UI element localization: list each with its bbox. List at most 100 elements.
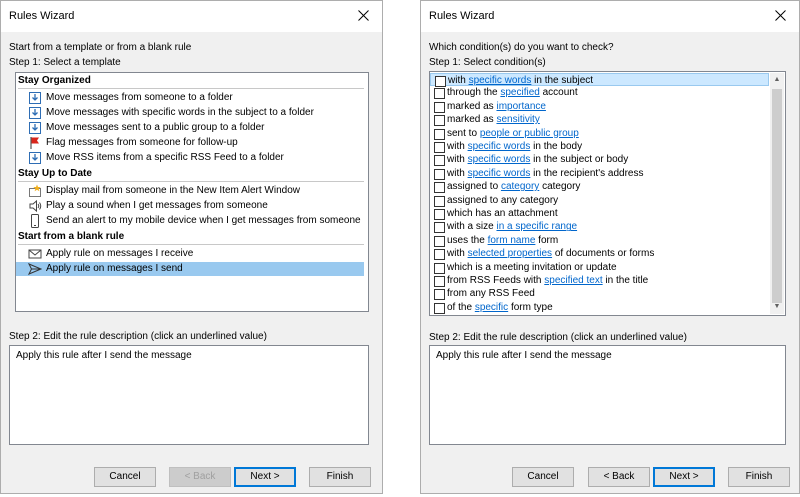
rule-description-box[interactable]: Apply this rule after I send the message	[9, 345, 369, 445]
condition-text: from RSS Feeds with	[447, 275, 545, 286]
next-button[interactable]: Next >	[653, 467, 715, 487]
condition-item[interactable]: which is a meeting invitation or update	[430, 261, 769, 274]
condition-item[interactable]: from RSS Feeds with specified text in th…	[430, 274, 769, 287]
condition-item[interactable]: through the specified account	[430, 86, 769, 100]
condition-text: with	[447, 154, 468, 166]
condition-item[interactable]: with specific words in the subject or bo…	[430, 153, 769, 167]
condition-label: assigned to any category	[447, 194, 558, 207]
condition-checkbox[interactable]	[434, 302, 445, 314]
template-item-label: Move messages from someone to a folder	[46, 92, 233, 103]
condition-text: form	[535, 234, 559, 246]
condition-item[interactable]: assigned to any category	[430, 194, 769, 207]
condition-link[interactable]: people or public group	[480, 128, 579, 139]
condition-link[interactable]: specific words	[468, 154, 531, 165]
condition-link[interactable]: selected properties	[468, 248, 553, 259]
divider	[18, 244, 364, 245]
condition-link[interactable]: specific words	[468, 168, 531, 179]
back-button[interactable]: < Back	[588, 467, 650, 487]
condition-checkbox[interactable]	[434, 276, 445, 287]
scroll-thumb[interactable]	[772, 89, 782, 303]
template-item[interactable]: Move messages with specific words in the…	[16, 106, 364, 120]
condition-item[interactable]: marked as sensitivity	[430, 113, 769, 127]
condition-text: in the subject or body	[530, 154, 629, 166]
condition-label: with selected properties of documents or…	[447, 247, 654, 260]
condition-link[interactable]: specified text	[544, 275, 602, 286]
condition-checkbox[interactable]	[434, 222, 445, 234]
condition-link[interactable]: specific words	[469, 75, 532, 86]
condition-item[interactable]: with a size in a specific range	[430, 220, 769, 234]
red-flag-icon	[30, 137, 39, 149]
scroll-up-icon[interactable]: ▲	[770, 73, 784, 87]
condition-text: marked as	[447, 100, 497, 112]
finish-button[interactable]: Finish	[728, 467, 790, 487]
close-button[interactable]	[352, 5, 376, 27]
condition-label: of the specific form type	[447, 301, 553, 314]
condition-item[interactable]: with specific words in the subject	[430, 73, 769, 87]
condition-text: with	[447, 248, 468, 260]
condition-checkbox[interactable]	[434, 209, 445, 220]
intro-label: Start from a template or from a blank ru…	[9, 42, 192, 53]
template-item-label: Apply rule on messages I send	[46, 263, 183, 274]
condition-link[interactable]: sensitivity	[496, 114, 539, 125]
condition-link[interactable]: in a specific range	[496, 221, 577, 232]
back-button[interactable]: < Back	[169, 467, 231, 487]
condition-label: uses the form name form	[447, 234, 558, 247]
step2-label: Step 2: Edit the rule description (click…	[429, 332, 687, 343]
condition-text: which is a meeting invitation or update	[447, 261, 617, 273]
condition-text: in the subject	[531, 75, 594, 86]
condition-item[interactable]: with specific words in the body	[430, 140, 769, 153]
template-item[interactable]: Move messages sent to a public group to …	[16, 121, 364, 135]
condition-link[interactable]: specified	[500, 87, 539, 98]
template-item[interactable]: Move RSS items from a specific RSS Feed …	[16, 151, 364, 165]
condition-label: through the specified account	[447, 86, 578, 99]
cancel-button[interactable]: Cancel	[512, 467, 574, 487]
scroll-down-icon[interactable]: ▼	[770, 300, 784, 314]
conditions-scrollbar[interactable]: ▲ ▼	[770, 73, 784, 314]
condition-checkbox[interactable]	[434, 115, 445, 127]
condition-checkbox[interactable]	[435, 76, 446, 87]
condition-item[interactable]: from any RSS Feed	[430, 287, 769, 301]
condition-checkbox[interactable]	[434, 101, 445, 113]
condition-link[interactable]: category	[501, 181, 539, 192]
condition-link[interactable]: importance	[496, 101, 545, 112]
template-item[interactable]: Flag messages from someone for follow-up	[16, 136, 364, 150]
template-item[interactable]: Send an alert to my mobile device when I…	[16, 214, 364, 228]
condition-item[interactable]: with specific words in the recipient's a…	[430, 167, 769, 180]
condition-item[interactable]: uses the form name form	[430, 234, 769, 247]
condition-item[interactable]: with selected properties of documents or…	[430, 247, 769, 261]
finish-button[interactable]: Finish	[309, 467, 371, 487]
template-item[interactable]: Apply rule on messages I receive	[16, 247, 364, 261]
condition-item[interactable]: assigned to category category	[430, 180, 769, 194]
condition-checkbox[interactable]	[434, 249, 445, 261]
condition-link[interactable]: specific	[475, 302, 508, 313]
condition-text: assigned to any category	[447, 194, 559, 206]
condition-checkbox[interactable]	[434, 88, 445, 100]
condition-checkbox[interactable]	[434, 289, 445, 301]
close-button[interactable]	[769, 5, 793, 27]
divider	[18, 88, 364, 89]
condition-link[interactable]: form name	[488, 235, 536, 246]
template-item[interactable]: Play a sound when I get messages from so…	[16, 199, 364, 213]
template-item[interactable]: Move messages from someone to a folder	[16, 91, 364, 105]
condition-item[interactable]: of the specific form type	[430, 301, 769, 314]
condition-checkbox[interactable]	[434, 168, 445, 180]
condition-checkbox[interactable]	[434, 182, 445, 194]
condition-checkbox[interactable]	[434, 142, 445, 153]
question-label: Which condition(s) do you want to check?	[429, 42, 614, 53]
template-item-selected[interactable]: Apply rule on messages I send	[16, 262, 364, 276]
template-item[interactable]: Display mail from someone in the New Ite…	[16, 184, 364, 198]
condition-text: which has an attachment	[447, 208, 558, 219]
condition-checkbox[interactable]	[434, 235, 445, 247]
condition-checkbox[interactable]	[434, 262, 445, 274]
move-folder-icon	[29, 107, 41, 119]
cancel-button[interactable]: Cancel	[94, 467, 156, 487]
condition-item[interactable]: marked as importance	[430, 100, 769, 113]
next-button[interactable]: Next >	[234, 467, 296, 487]
condition-item[interactable]: sent to people or public group	[430, 127, 769, 140]
condition-checkbox[interactable]	[434, 155, 445, 167]
rule-description-box[interactable]: Apply this rule after I send the message	[429, 345, 786, 445]
condition-item[interactable]: which has an attachment	[430, 207, 769, 220]
condition-checkbox[interactable]	[434, 128, 445, 140]
condition-checkbox[interactable]	[434, 195, 445, 207]
condition-link[interactable]: specific words	[468, 141, 531, 152]
